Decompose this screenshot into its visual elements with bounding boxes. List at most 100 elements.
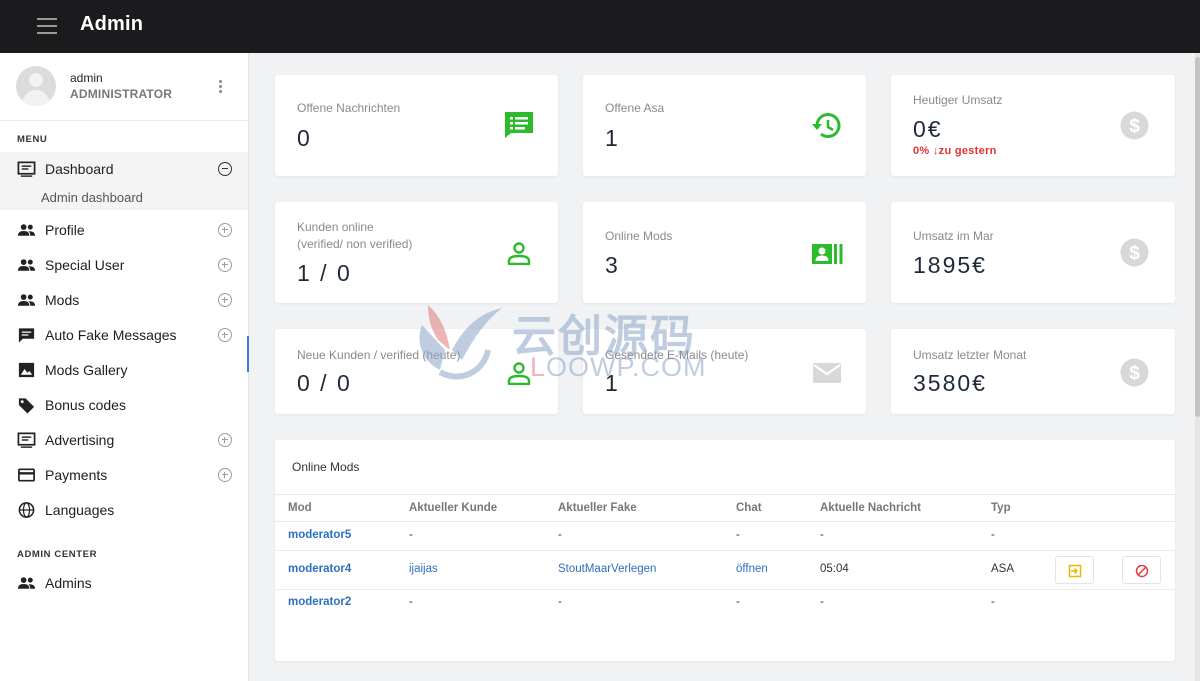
person-icon — [507, 362, 531, 385]
collapse-icon[interactable] — [218, 162, 232, 176]
card-value: 1895€ — [913, 252, 987, 278]
card-value: 0 / 0 — [297, 370, 352, 396]
table-header: Mod Aktueller Kunde Aktueller Fake Chat … — [275, 494, 1175, 522]
cell-typ: - — [991, 596, 995, 608]
sidebar-item-label: Auto Fake Messages — [45, 327, 177, 343]
cell-typ: ASA — [991, 563, 1015, 575]
mod-link[interactable]: moderator2 — [288, 596, 351, 608]
revenue-change-indicator: 0% ↓zu gestern — [913, 145, 997, 157]
admin-center-section-label: ADMIN CENTER — [17, 549, 98, 560]
cell-kunde: - — [409, 529, 413, 541]
customer-link[interactable]: ijaijas — [409, 563, 438, 575]
app-title: Admin — [80, 13, 144, 35]
credit-card-icon — [18, 468, 35, 482]
card-value: 3580€ — [913, 370, 987, 396]
expand-icon[interactable] — [218, 433, 232, 447]
login-icon — [1068, 564, 1082, 578]
sidebar-item-label: Admins — [45, 575, 92, 591]
expand-icon[interactable] — [218, 258, 232, 272]
fake-profile-link[interactable]: StoutMaarVerlegen — [558, 563, 656, 575]
svg-text:$: $ — [1129, 363, 1140, 384]
sidebar-item-dashboard[interactable]: Dashboard — [0, 152, 248, 186]
column-header-kunde[interactable]: Aktueller Kunde — [409, 502, 497, 514]
cell-kunde: - — [409, 596, 413, 608]
sidebar-subitem-label: Admin dashboard — [41, 190, 143, 205]
dollar-icon: $ — [1120, 238, 1149, 267]
column-header-mod[interactable]: Mod — [288, 502, 312, 514]
sidebar-item-admins[interactable]: Admins — [0, 566, 248, 600]
mail-icon — [813, 363, 841, 383]
people-icon — [17, 259, 36, 271]
column-header-chat[interactable]: Chat — [736, 502, 762, 514]
hamburger-menu-icon[interactable] — [37, 18, 57, 34]
login-as-mod-button[interactable] — [1055, 556, 1094, 584]
user-name: admin — [70, 71, 103, 85]
sidebar-item-label: Payments — [45, 467, 108, 483]
card-label-secondary: (verified/ non verified) — [297, 237, 413, 251]
cell-typ: - — [991, 529, 995, 541]
scroll-position-marker — [247, 336, 249, 372]
dashboard-icon — [17, 161, 36, 177]
top-bar: Admin — [0, 0, 1200, 53]
column-header-fake[interactable]: Aktueller Fake — [558, 502, 637, 514]
open-chat-link[interactable]: öffnen — [736, 563, 768, 575]
mod-link[interactable]: moderator5 — [288, 529, 351, 541]
sidebar-item-mods[interactable]: Mods — [0, 283, 248, 317]
sidebar-item-label: Dashboard — [45, 161, 114, 177]
dollar-icon: $ — [1120, 111, 1149, 140]
stat-card-new-customers: Neue Kunden / verified (heute) 0 / 0 — [275, 329, 558, 414]
sidebar-item-label: Mods Gallery — [45, 362, 128, 378]
more-options-icon[interactable] — [219, 80, 225, 94]
people-icon — [17, 577, 36, 589]
card-label: Gesendete E-Mails (heute) — [605, 348, 749, 362]
cell-fake: - — [558, 529, 562, 541]
expand-icon[interactable] — [218, 223, 232, 237]
sidebar-item-payments[interactable]: Payments — [0, 458, 248, 492]
tag-icon — [18, 398, 35, 414]
block-mod-button[interactable] — [1122, 556, 1161, 584]
card-value: 1 — [605, 125, 620, 151]
page-scrollbar[interactable] — [1195, 53, 1200, 681]
globe-icon — [18, 502, 35, 518]
menu-section-label: MENU — [17, 134, 48, 145]
sidebar-item-bonus-codes[interactable]: Bonus codes — [0, 388, 248, 422]
sidebar-subitem-admin-dashboard[interactable]: Admin dashboard — [0, 184, 248, 210]
expand-icon[interactable] — [218, 293, 232, 307]
card-label: Heutiger Umsatz — [913, 93, 1003, 107]
sidebar-item-profile[interactable]: Profile — [0, 213, 248, 247]
stat-card-revenue-last-month: Umsatz letzter Monat 3580€ $ — [891, 329, 1175, 414]
card-label: Offene Asa — [605, 101, 665, 115]
sidebar-item-auto-fake-messages[interactable]: Auto Fake Messages — [0, 318, 248, 352]
sidebar-item-languages[interactable]: Languages — [0, 493, 248, 527]
cell-fake: - — [558, 596, 562, 608]
mod-link[interactable]: moderator4 — [288, 563, 351, 575]
history-icon — [812, 113, 841, 138]
cell-nachricht: 05:04 — [820, 563, 849, 575]
card-value: 3 — [605, 252, 620, 278]
stat-card-sent-emails: Gesendete E-Mails (heute) 1 — [583, 329, 866, 414]
column-header-nachricht[interactable]: Aktuelle Nachricht — [820, 502, 921, 514]
table-title: Online Mods — [292, 460, 360, 474]
card-label: Kunden online — [297, 220, 374, 234]
sidebar-item-label: Special User — [45, 257, 125, 273]
sidebar-item-mods-gallery[interactable]: Mods Gallery — [0, 353, 248, 387]
scrollbar-thumb[interactable] — [1195, 57, 1200, 417]
dollar-icon: $ — [1120, 358, 1149, 387]
contact-card-icon — [812, 244, 843, 264]
sidebar-item-label: Profile — [45, 222, 85, 238]
sidebar-item-special-user[interactable]: Special User — [0, 248, 248, 282]
sidebar-item-advertising[interactable]: Advertising — [0, 423, 248, 457]
sidebar-item-label: Advertising — [45, 432, 115, 448]
expand-icon[interactable] — [218, 328, 232, 342]
sidebar-item-label: Languages — [45, 502, 115, 518]
expand-icon[interactable] — [218, 468, 232, 482]
column-header-typ[interactable]: Typ — [991, 502, 1011, 514]
stat-card-revenue-month: Umsatz im Mar 1895€ $ — [891, 202, 1175, 303]
cell-nachricht: - — [820, 596, 824, 608]
card-label: Umsatz im Mar — [913, 229, 994, 243]
avatar[interactable] — [16, 66, 56, 106]
card-label: Neue Kunden / verified (heute) — [297, 348, 461, 362]
table-row: moderator4 ijaijas StoutMaarVerlegen öff… — [275, 551, 1175, 590]
user-role: ADMINISTRATOR — [70, 87, 173, 101]
cell-nachricht: - — [820, 529, 824, 541]
